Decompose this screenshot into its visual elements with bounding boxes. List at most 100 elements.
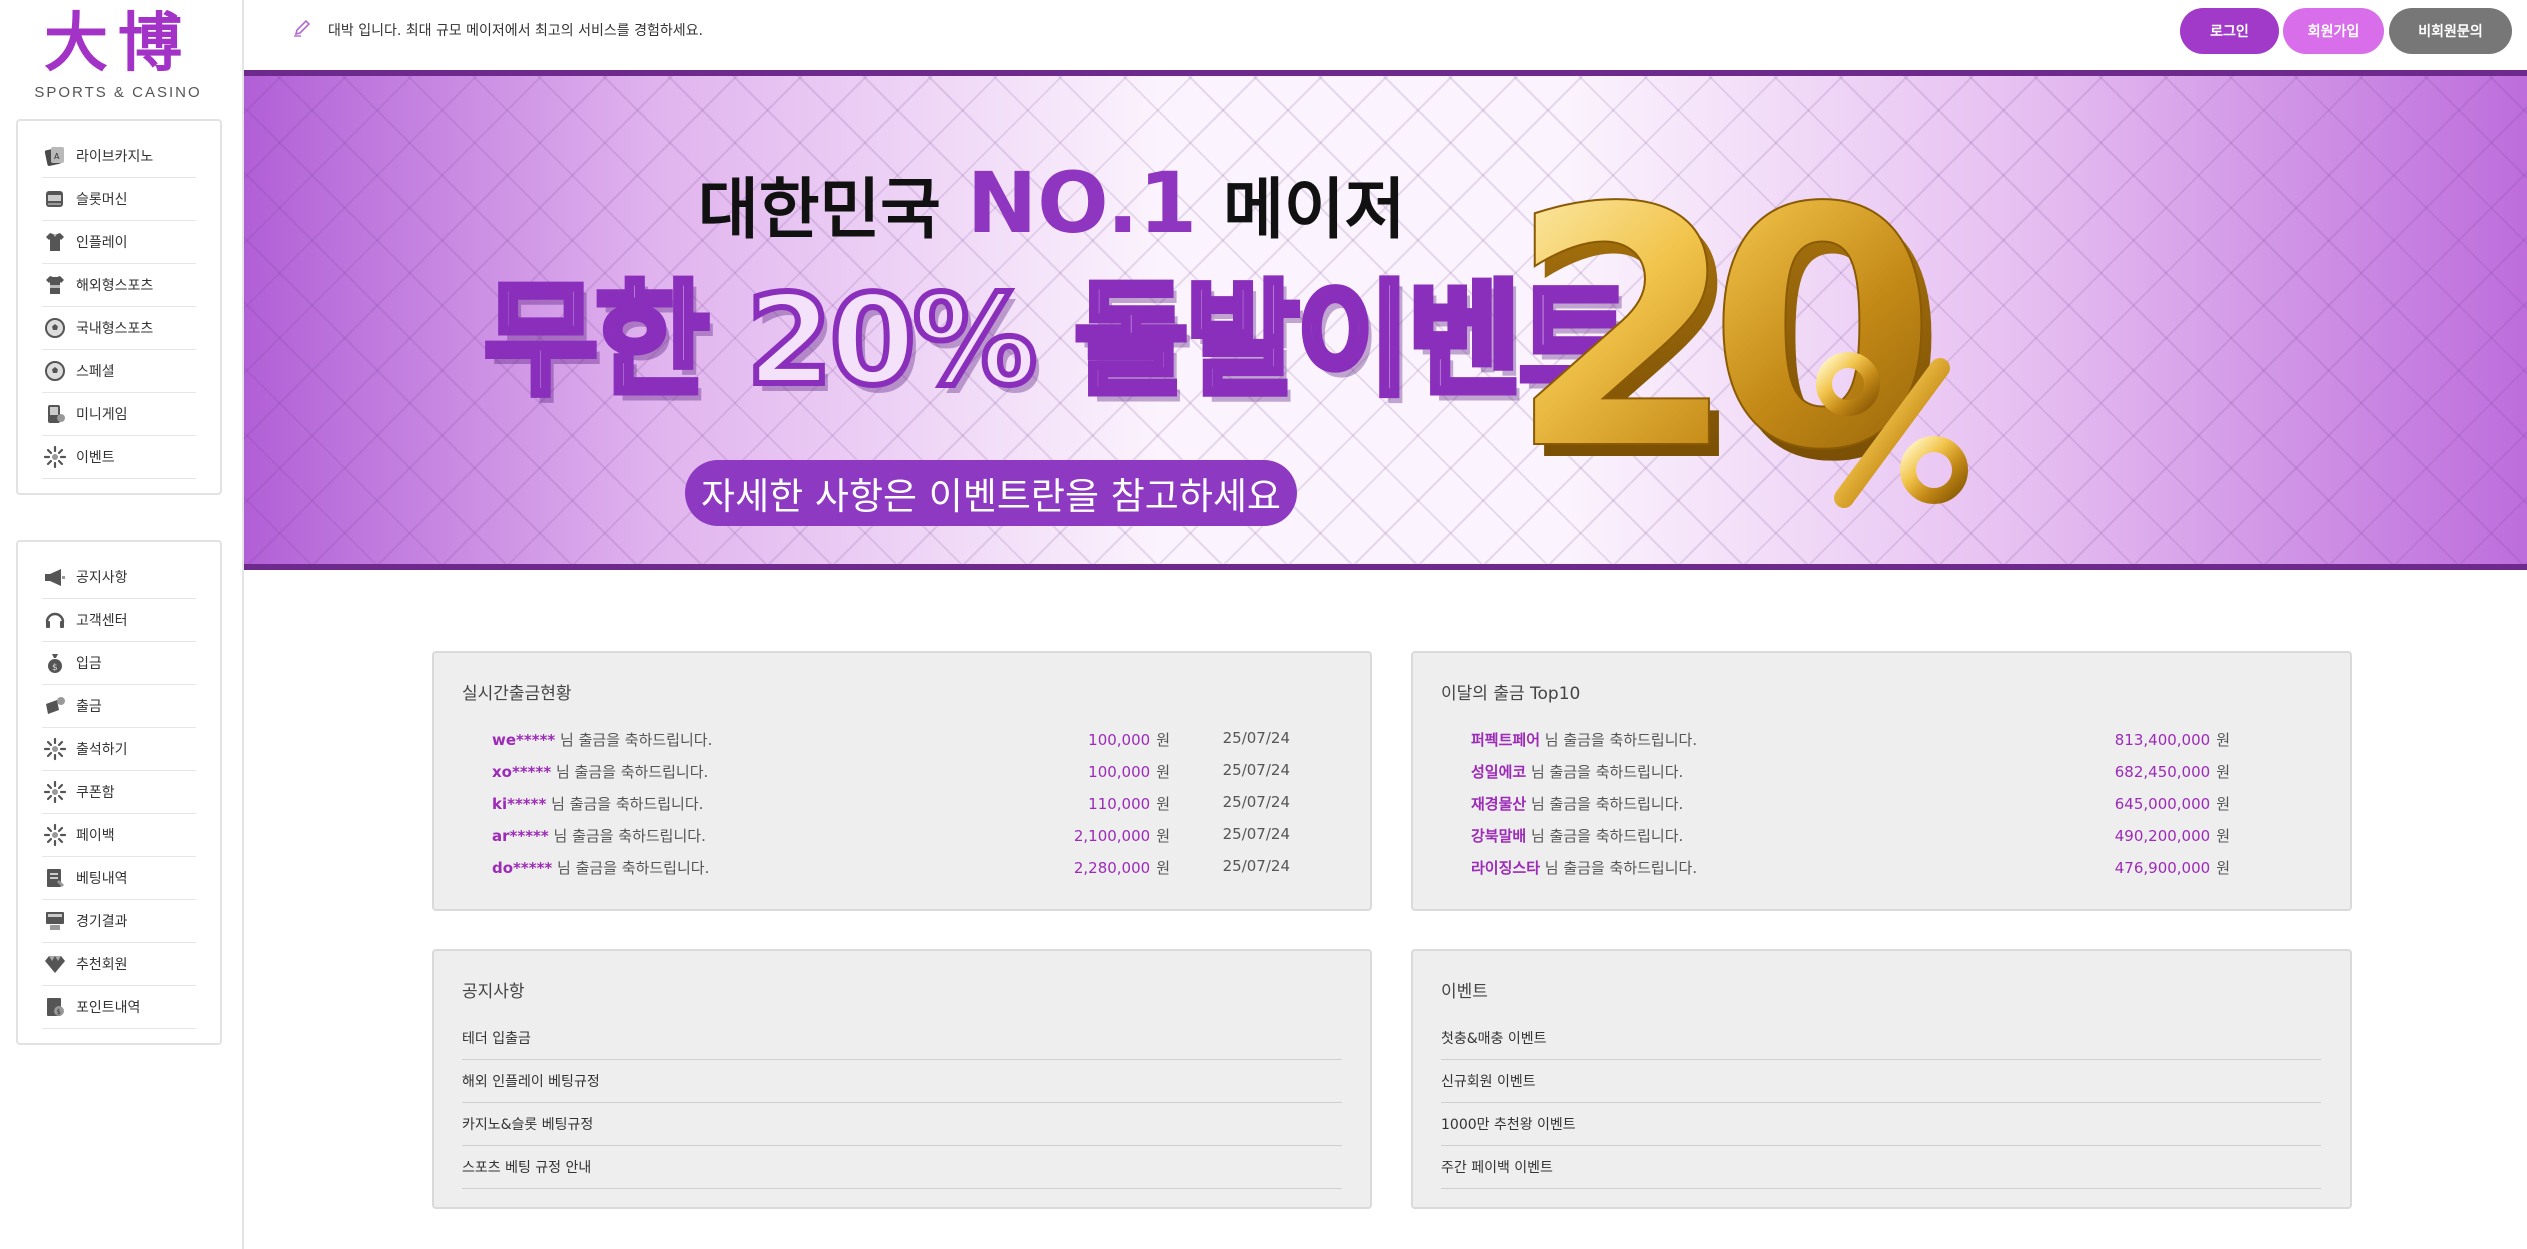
announcement-text: 대박 입니다. 최대 규모 메이저에서 최고의 서비스를 경험하세요. — [328, 23, 703, 39]
notice-item[interactable]: 해외 인플레이 베팅규정 — [462, 1060, 1342, 1103]
jersey-icon — [42, 272, 68, 298]
amount-unit: 원 — [2216, 827, 2230, 845]
menu-label: 미니게임 — [76, 407, 128, 423]
menu-label: 포인트내역 — [76, 1000, 141, 1016]
gold-20-percent-art: 20 20 — [1507, 148, 1968, 518]
withdrawal-amount: 2,280,000 원 — [1074, 857, 1170, 878]
menu-item-deposit[interactable]: $ 입금 — [42, 642, 196, 685]
menu-item-minigame[interactable]: 미니게임 — [42, 393, 196, 436]
masked-user-id: we***** — [492, 731, 556, 749]
withdrawal-date: 25/07/24 — [1222, 761, 1290, 779]
banner-headline-major: 메이저 — [1223, 171, 1406, 248]
banner-event-title: 무한 20% 돌발이벤트 — [481, 266, 1636, 416]
monthly-top10-panel: 이달의 출금 Top10 퍼펙트페어 님 출금을 축하드립니다. 813,400… — [1411, 651, 2352, 911]
amount-unit: 원 — [1156, 827, 1170, 845]
banner-headline-korea: 대한민국 — [698, 171, 941, 248]
slot-machine-icon — [42, 186, 68, 212]
starburst-icon — [42, 822, 68, 848]
menu-label: 경기결과 — [76, 914, 128, 930]
guest-inquiry-button[interactable]: 비회원문의 — [2389, 8, 2512, 54]
withdrawal-date: 25/07/24 — [1222, 729, 1290, 747]
top10-amount: 476,900,000 원 — [2115, 857, 2230, 878]
top-bar: 대박 입니다. 최대 규모 메이저에서 최고의 서비스를 경험하세요. 로그인 … — [246, 0, 2527, 70]
menu-item-inplay[interactable]: 인플레이 — [42, 221, 196, 264]
menu-item-overseas-sports[interactable]: 해외형스포츠 — [42, 264, 196, 307]
top10-row: 성일에코 님 출금을 축하드립니다. 682,450,000 원 — [1413, 761, 2350, 785]
menu-item-payback[interactable]: 페이백 — [42, 814, 196, 857]
amount-value: 100,000 — [1088, 731, 1151, 749]
top10-amount: 813,400,000 원 — [2115, 729, 2230, 750]
masked-user-id: ar***** — [492, 827, 549, 845]
logo-tagline: SPORTS & CASINO — [34, 84, 202, 101]
login-button[interactable]: 로그인 — [2180, 8, 2279, 54]
headset-icon — [42, 607, 68, 633]
menu-item-attendance[interactable]: 출석하기 — [42, 728, 196, 771]
announcement-bar: 대박 입니다. 최대 규모 메이저에서 최고의 서비스를 경험하세요. — [292, 18, 703, 42]
menu-item-points[interactable]: $ 포인트내역 — [42, 986, 196, 1029]
menu-item-bet-history[interactable]: 베팅내역 — [42, 857, 196, 900]
event-item[interactable]: 주간 페이백 이벤트 — [1441, 1146, 2321, 1189]
casino-chip-icon: A — [42, 143, 68, 169]
menu-item-withdraw[interactable]: 출금 — [42, 685, 196, 728]
promo-banner[interactable]: 대한민국 NO.1 메이저 무한 20% 돌발이벤트 자세한 사항은 이벤트란을… — [244, 70, 2527, 570]
notice-item[interactable]: 스포츠 베팅 규정 안내 — [462, 1146, 1342, 1189]
amount-value: 490,200,000 — [2114, 827, 2211, 845]
soccer-ball-icon — [42, 315, 68, 341]
menu-label: 스페셜 — [76, 364, 115, 380]
panel-title: 이달의 출금 Top10 — [1441, 684, 1581, 704]
account-menu: 공지사항 고객센터 $ 입금 출금 출석하기 쿠폰함 페이백 베팅내역 경기결과… — [16, 540, 222, 1045]
signup-button[interactable]: 회원가입 — [2283, 8, 2384, 54]
sidebar: 大博 SPORTS & CASINO A 라이브카지노 슬롯머신 인플레이 해외… — [0, 0, 244, 1249]
logo[interactable]: 大博 SPORTS & CASINO — [0, 6, 236, 102]
menu-label: 슬롯머신 — [76, 192, 128, 208]
panel-title: 공지사항 — [462, 982, 525, 1002]
menu-item-notice[interactable]: 공지사항 — [42, 556, 196, 599]
top10-user: 강북말배 님 출금을 축하드립니다. — [1471, 825, 1683, 846]
menu-item-domestic-sports[interactable]: 국내형스포츠 — [42, 307, 196, 350]
menu-label: 국내형스포츠 — [76, 321, 154, 337]
amount-value: 682,450,000 — [2114, 763, 2211, 781]
withdrawal-date: 25/07/24 — [1222, 793, 1290, 811]
event-panel: 이벤트 첫충&매충 이벤트 신규회원 이벤트 1000만 추천왕 이벤트 주간 … — [1411, 949, 2352, 1209]
svg-text:$: $ — [57, 1008, 61, 1016]
amount-unit: 원 — [1156, 859, 1170, 877]
realtime-withdrawal-panel: 실시간출금현황 we***** 님 출금을 축하드립니다. 100,000 원 2… — [432, 651, 1372, 911]
event-item[interactable]: 첫충&매충 이벤트 — [1441, 1017, 2321, 1060]
scoreboard-icon — [42, 908, 68, 934]
menu-item-live-casino[interactable]: A 라이브카지노 — [42, 135, 196, 178]
menu-label: 입금 — [76, 656, 102, 672]
menu-item-slot[interactable]: 슬롯머신 — [42, 178, 196, 221]
menu-item-event[interactable]: 이벤트 — [42, 436, 196, 479]
menu-label: 이벤트 — [76, 450, 115, 466]
withdrawal-suffix: 님 출금을 축하드립니다. — [553, 827, 706, 845]
megaphone-icon — [42, 564, 68, 590]
menu-item-results[interactable]: 경기결과 — [42, 900, 196, 943]
withdrawal-user: do***** 님 출금을 축하드립니다. — [492, 857, 709, 878]
top10-row: 강북말배 님 출금을 축하드립니다. 490,200,000 원 — [1413, 825, 2350, 849]
menu-label: 라이브카지노 — [76, 149, 154, 165]
menu-label: 인플레이 — [76, 235, 128, 251]
panel-title: 실시간출금현황 — [462, 684, 572, 704]
masked-user-id: ki***** — [492, 795, 547, 813]
notice-item[interactable]: 카지노&슬롯 베팅규정 — [462, 1103, 1342, 1146]
notice-item[interactable]: 테더 입출금 — [462, 1017, 1342, 1060]
event-item[interactable]: 신규회원 이벤트 — [1441, 1060, 2321, 1103]
withdrawal-user: xo***** 님 출금을 축하드립니다. — [492, 761, 708, 782]
withdrawal-amount: 2,100,000 원 — [1074, 825, 1170, 846]
withdrawal-row: xo***** 님 출금을 축하드립니다. 100,000 원 25/07/24 — [434, 761, 1370, 785]
banner-headline: 대한민국 NO.1 메이저 — [698, 154, 1405, 254]
withdrawal-date: 25/07/24 — [1222, 825, 1290, 843]
top10-name: 퍼펙트페어 — [1471, 731, 1541, 749]
logo-mark: 大博 — [44, 6, 192, 81]
event-item[interactable]: 1000만 추천왕 이벤트 — [1441, 1103, 2321, 1146]
amount-value: 813,400,000 — [2114, 731, 2211, 749]
amount-value: 110,000 — [1088, 795, 1151, 813]
menu-item-coupon[interactable]: 쿠폰함 — [42, 771, 196, 814]
pencil-icon — [292, 18, 312, 42]
menu-item-referral[interactable]: 추천회원 — [42, 943, 196, 986]
withdrawal-amount: 100,000 원 — [1088, 729, 1170, 750]
menu-item-support[interactable]: 고객센터 — [42, 599, 196, 642]
starburst-icon — [42, 444, 68, 470]
top10-name: 재경물산 — [1471, 795, 1527, 813]
menu-item-special[interactable]: 스페셜 — [42, 350, 196, 393]
